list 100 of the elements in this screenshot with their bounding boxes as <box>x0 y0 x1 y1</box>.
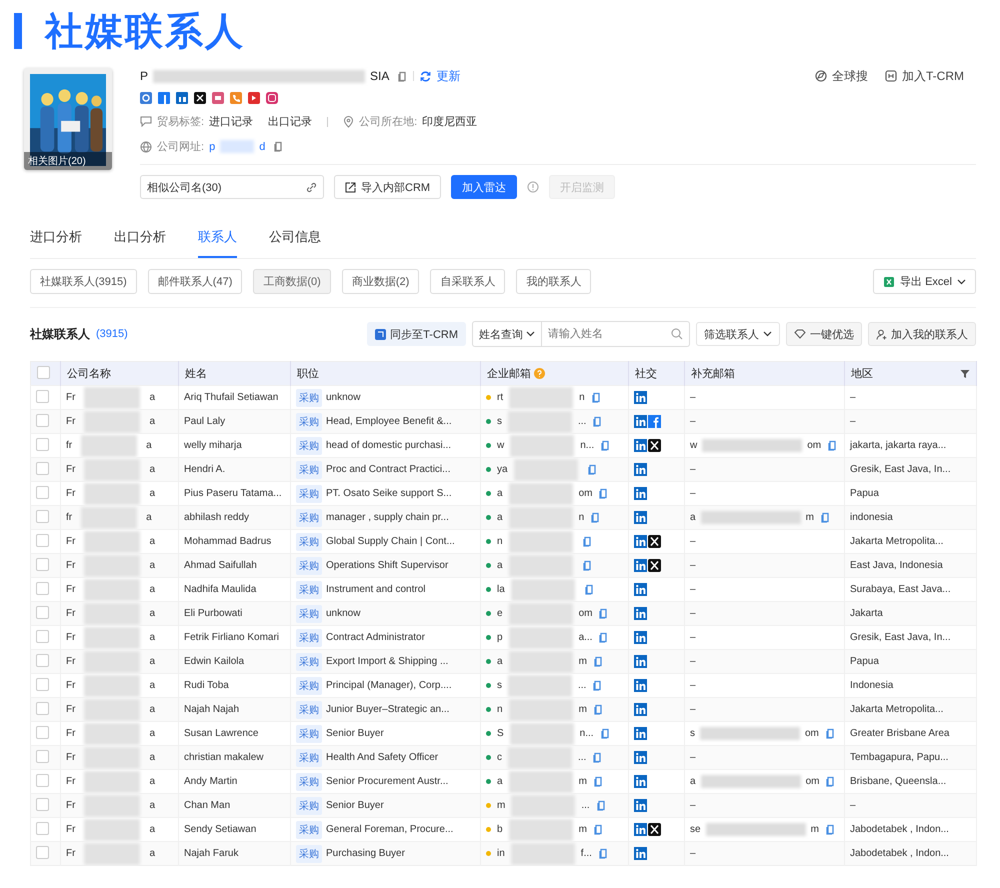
copy-icon[interactable] <box>599 608 608 619</box>
copy-icon[interactable] <box>591 512 600 523</box>
trade-tag[interactable]: 出口记录 <box>268 114 312 129</box>
linkedin-icon[interactable] <box>634 703 647 716</box>
x-icon[interactable] <box>648 559 661 572</box>
add-to-my-contacts-button[interactable]: 加入我的联系人 <box>868 322 976 346</box>
copy-icon[interactable] <box>828 440 838 451</box>
row-checkbox[interactable] <box>36 774 49 786</box>
x-icon[interactable] <box>648 823 661 836</box>
tab[interactable]: 进口分析 <box>30 228 82 258</box>
filter-chip[interactable]: 邮件联系人(47) <box>148 269 242 294</box>
copy-icon[interactable] <box>599 488 608 499</box>
linkedin-icon[interactable] <box>634 823 647 836</box>
copy-icon[interactable] <box>593 416 602 427</box>
linkedin-icon[interactable] <box>634 799 647 812</box>
copy-icon[interactable] <box>820 512 830 523</box>
row-checkbox[interactable] <box>36 462 49 474</box>
linkedin-icon[interactable] <box>634 775 647 788</box>
tab[interactable]: 出口分析 <box>114 228 166 258</box>
copy-icon[interactable] <box>582 536 592 547</box>
copy-icon[interactable] <box>593 680 602 691</box>
row-checkbox[interactable] <box>36 438 49 450</box>
trade-tag[interactable]: 进口记录 <box>209 114 254 129</box>
copy-icon[interactable] <box>594 824 603 835</box>
smart-pick-button[interactable]: 一键优选 <box>786 322 862 346</box>
row-checkbox[interactable] <box>36 486 49 498</box>
copy-icon[interactable] <box>592 392 601 403</box>
filter-chip[interactable]: 自采联系人 <box>430 269 506 294</box>
copy-icon[interactable] <box>588 464 597 475</box>
row-checkbox[interactable] <box>36 678 49 690</box>
copy-icon[interactable] <box>582 560 592 571</box>
row-checkbox[interactable] <box>36 654 49 666</box>
copy-icon[interactable] <box>826 824 835 835</box>
sync-tcrm-button[interactable]: 同步至T-CRM <box>367 322 466 346</box>
import-crm-button[interactable]: 导入内部CRM <box>334 175 442 199</box>
row-checkbox[interactable] <box>36 390 49 402</box>
copy-icon[interactable] <box>593 752 602 763</box>
linkedin-icon[interactable] <box>634 631 647 644</box>
linkedin-icon[interactable] <box>634 655 647 668</box>
copy-icon[interactable] <box>594 776 603 787</box>
linkedin-icon[interactable] <box>634 583 647 596</box>
linkedin-icon[interactable] <box>634 391 647 404</box>
website-link[interactable]: p <box>209 140 216 152</box>
tab[interactable]: 联系人 <box>198 228 237 258</box>
linkedin-icon[interactable] <box>634 439 647 452</box>
row-checkbox[interactable] <box>36 582 49 594</box>
x-icon[interactable] <box>648 535 661 548</box>
filter-contacts-dropdown[interactable]: 筛选联系人 <box>696 322 780 346</box>
filter-icon[interactable] <box>960 368 970 378</box>
linkedin-icon[interactable] <box>634 511 647 524</box>
row-checkbox[interactable] <box>36 798 49 810</box>
name-search-field[interactable]: 请输入姓名 <box>542 321 690 347</box>
add-tcrm-link[interactable]: 加入T-CRM <box>902 68 964 84</box>
row-checkbox[interactable] <box>36 534 49 546</box>
row-checkbox[interactable] <box>36 726 49 738</box>
linkedin-icon[interactable] <box>634 463 647 476</box>
row-checkbox[interactable] <box>36 606 49 618</box>
copy-icon[interactable] <box>596 800 606 811</box>
x-icon[interactable] <box>648 439 661 452</box>
row-checkbox[interactable] <box>36 558 49 570</box>
copy-icon[interactable] <box>598 848 608 859</box>
row-checkbox[interactable] <box>36 846 49 858</box>
add-radar-button[interactable]: 加入雷达 <box>451 175 518 199</box>
row-checkbox[interactable] <box>36 510 49 522</box>
copy-icon[interactable] <box>826 728 835 739</box>
similar-companies-field[interactable]: 相似公司名(30) <box>140 175 324 199</box>
copy-icon[interactable] <box>594 704 603 715</box>
row-checkbox[interactable] <box>36 414 49 426</box>
copy-icon[interactable] <box>599 632 608 643</box>
copy-icon[interactable] <box>826 776 836 787</box>
tab[interactable]: 公司信息 <box>269 228 321 258</box>
copy-icon[interactable] <box>274 141 284 152</box>
filter-chip[interactable]: 我的联系人 <box>516 269 592 294</box>
linkedin-icon[interactable] <box>634 559 647 572</box>
filter-chip[interactable]: 社媒联系人(3915) <box>30 269 137 294</box>
linkedin-icon[interactable] <box>634 727 647 740</box>
linkedin-icon[interactable] <box>634 607 647 620</box>
website-link[interactable]: d <box>259 140 266 152</box>
export-excel-button[interactable]: 导出 Excel <box>873 269 976 294</box>
linkedin-icon[interactable] <box>634 487 647 500</box>
row-checkbox[interactable] <box>36 630 49 642</box>
linkedin-icon[interactable] <box>634 415 647 428</box>
row-checkbox[interactable] <box>36 822 49 834</box>
copy-icon[interactable] <box>601 440 610 451</box>
photo-caption[interactable]: 相关图片(20) <box>24 152 112 170</box>
copy-icon[interactable] <box>584 584 594 595</box>
filter-chip[interactable]: 商业数据(2) <box>342 269 420 294</box>
linkedin-icon[interactable] <box>634 751 647 764</box>
row-checkbox[interactable] <box>36 702 49 714</box>
linkedin-icon[interactable] <box>634 847 647 860</box>
photo-card[interactable]: 相关图片(20) <box>24 68 112 170</box>
copy-icon[interactable] <box>600 728 610 739</box>
search-mode-dropdown[interactable]: 姓名查询 <box>472 321 542 347</box>
linkedin-icon[interactable] <box>634 679 647 692</box>
refresh-link[interactable]: 更新 <box>436 68 460 84</box>
select-all-checkbox[interactable] <box>37 366 50 378</box>
copy-icon[interactable] <box>398 70 408 82</box>
global-search-link[interactable]: 全球搜 <box>832 68 868 84</box>
facebook-icon[interactable] <box>648 415 661 428</box>
copy-icon[interactable] <box>594 656 603 667</box>
